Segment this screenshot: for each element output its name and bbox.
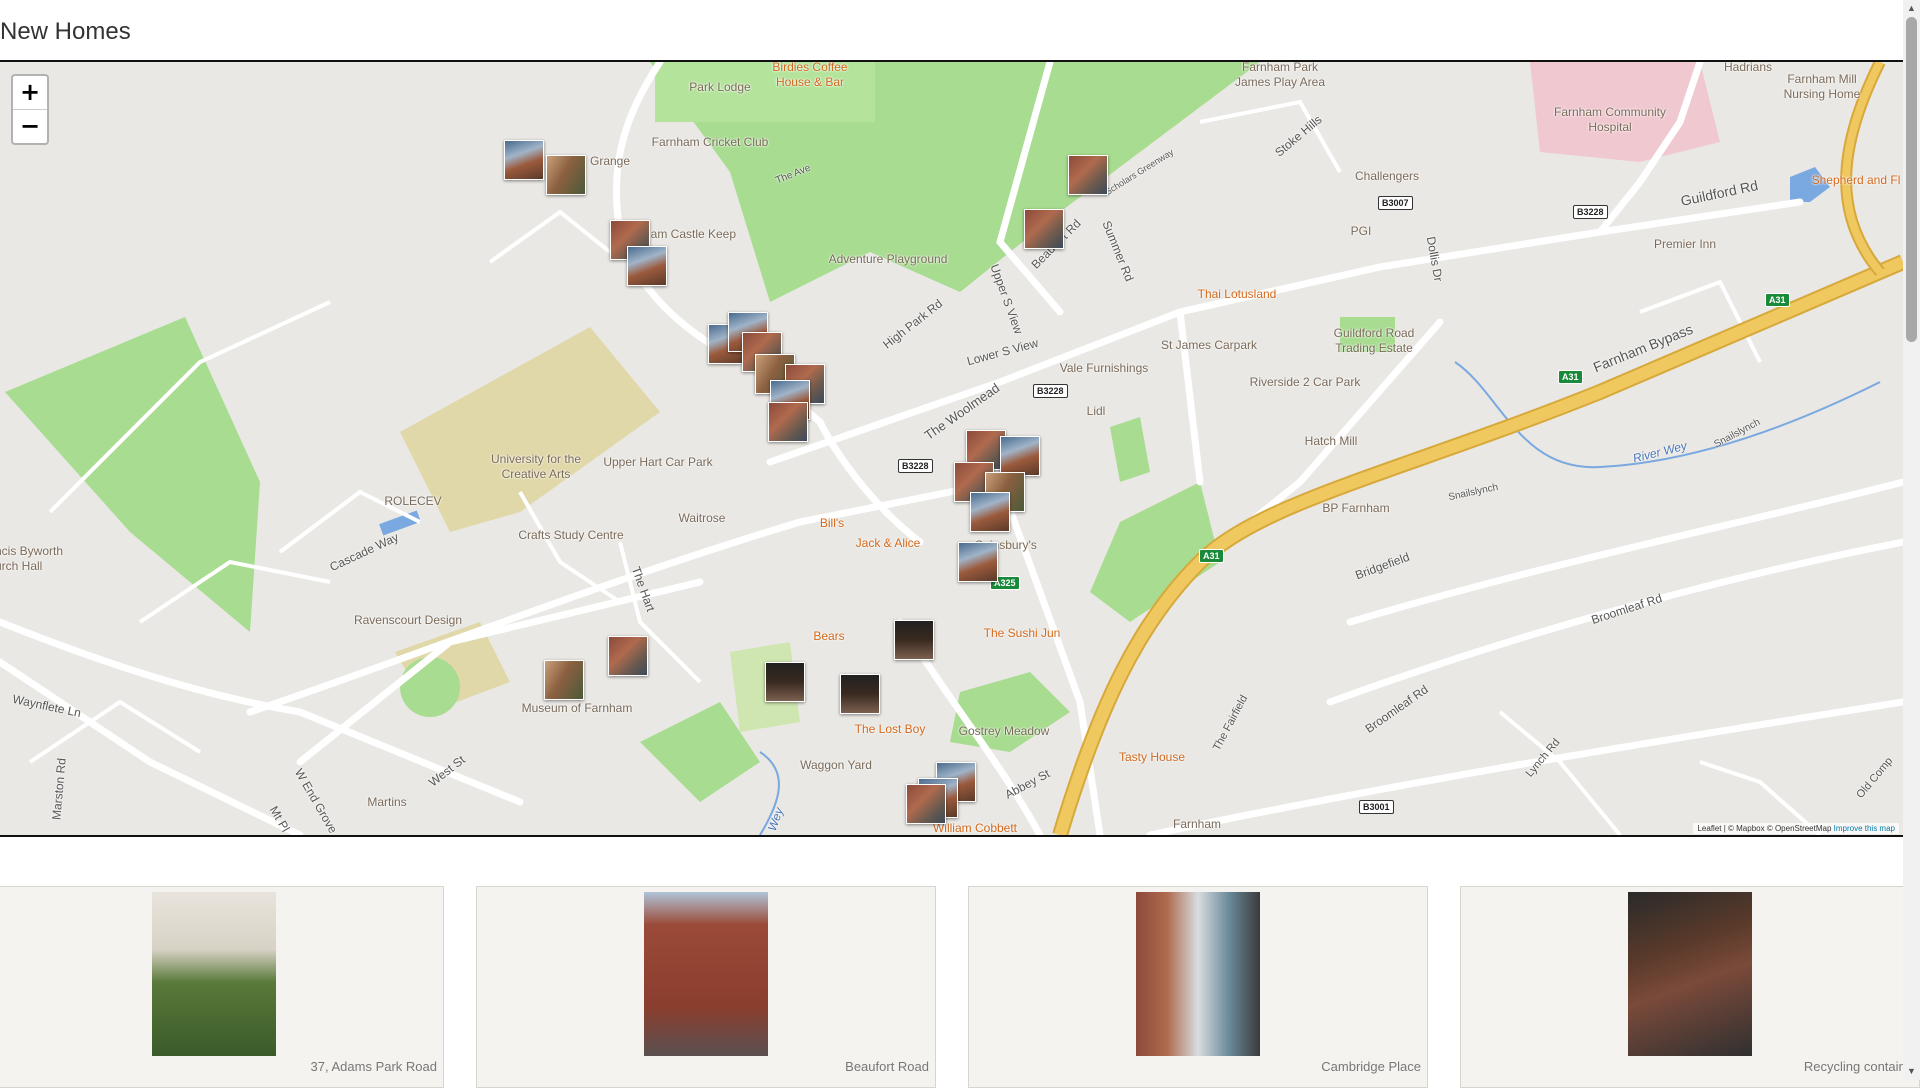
poi-label: Adventure Playground: [828, 252, 948, 266]
poi-label: Farnham: [1172, 817, 1222, 831]
poi-label: Farnham Cricket Club: [651, 135, 769, 149]
scrollbar-thumb[interactable]: [1906, 17, 1917, 342]
poi-label: Waggon Yard: [800, 758, 872, 772]
scrollbar[interactable]: ▲ ▼: [1903, 0, 1920, 1080]
listing-photo[interactable]: [1628, 892, 1752, 1056]
poi-label: ncis Byworth urch Hall: [0, 544, 64, 573]
poi-label: The Sushi Jun: [983, 626, 1061, 640]
map-tiles[interactable]: [0, 62, 1903, 835]
photo-marker[interactable]: [627, 246, 667, 286]
photo-marker[interactable]: [1000, 436, 1040, 476]
poi-label: nam Castle Keep: [643, 227, 737, 241]
photo-marker[interactable]: [970, 492, 1010, 532]
poi-label: Bill's: [819, 516, 845, 530]
poi-label: PGI: [1350, 224, 1372, 238]
poi-label: Park Lodge: [689, 80, 751, 94]
road-shield: B3228: [898, 459, 933, 473]
photo-marker[interactable]: [608, 636, 648, 676]
poi-label: Upper Hart Car Park: [603, 455, 713, 469]
poi-label: Guildford Road Trading Estate: [1333, 326, 1415, 355]
poi-label: Tasty House: [1118, 750, 1186, 764]
leaflet-link[interactable]: Leaflet: [1697, 824, 1721, 833]
zoom-control: + −: [11, 74, 49, 145]
poi-label: Waitrose: [678, 511, 726, 525]
listing-caption: Beaufort Road: [845, 1059, 929, 1074]
map[interactable]: + − Park Lodge Birdies Coffee House & Ba…: [0, 60, 1903, 837]
photo-marker[interactable]: [765, 662, 805, 702]
listing-photo[interactable]: [1136, 892, 1260, 1056]
poi-label: BP Farnham: [1322, 501, 1390, 515]
poi-label: Martins: [367, 795, 407, 809]
road-shield: B3228: [1033, 384, 1068, 398]
listing-caption: 37, Adams Park Road: [310, 1059, 437, 1074]
poi-label: Thai Lotusland: [1197, 287, 1277, 301]
road-shield: A31: [1558, 370, 1583, 384]
road-shield: A31: [1765, 293, 1790, 307]
road-shield: B3228: [1573, 205, 1608, 219]
poi-label: Riverside 2 Car Park: [1249, 375, 1361, 389]
poi-label: Farnham Community Hospital: [1553, 105, 1667, 134]
poi-label: Farnham Mill Nursing Home: [1783, 72, 1861, 101]
listing-card[interactable]: Beaufort Road: [476, 886, 936, 1088]
poi-label: St James Carpark: [1160, 338, 1258, 352]
photo-marker[interactable]: [504, 140, 544, 180]
photo-marker[interactable]: [1068, 155, 1108, 195]
listing-photo[interactable]: [644, 892, 768, 1056]
listing-card[interactable]: Cambridge Place: [968, 886, 1428, 1088]
listing-card[interactable]: Recycling containe: [1460, 886, 1920, 1088]
photo-marker[interactable]: [544, 660, 584, 700]
poi-label: Farnham Park James Play Area: [1234, 60, 1326, 89]
photo-marker[interactable]: [1024, 209, 1064, 249]
photo-marker[interactable]: [958, 542, 998, 582]
poi-label: Hatch Mill: [1304, 434, 1358, 448]
poi-label: Shepherd and Fl: [1811, 173, 1901, 187]
page-title: New Homes: [0, 18, 131, 45]
scroll-up-icon[interactable]: ▲: [1903, 0, 1920, 17]
poi-label: Lidl: [1086, 404, 1106, 418]
poi-label: Ravenscourt Design: [353, 613, 463, 627]
photo-marker[interactable]: [906, 784, 946, 824]
poi-label: Museum of Farnham: [521, 701, 633, 715]
zoom-in-button[interactable]: +: [13, 76, 47, 109]
poi-label: ROLECEV: [384, 494, 442, 508]
scroll-down-icon[interactable]: ▼: [1903, 1063, 1920, 1080]
poi-label: Challengers: [1354, 169, 1420, 183]
listing-caption: Cambridge Place: [1321, 1059, 1421, 1074]
photo-marker[interactable]: [894, 620, 934, 660]
poi-label: Crafts Study Centre: [518, 528, 624, 542]
road-shield: B3001: [1359, 800, 1394, 814]
poi-label: University for the Creative Arts: [490, 452, 582, 481]
listing-photo[interactable]: [152, 892, 276, 1056]
photo-marker[interactable]: [840, 674, 880, 714]
poi-label: Hadrians: [1723, 60, 1773, 74]
photo-marker[interactable]: [546, 155, 586, 195]
poi-label: Premier Inn: [1653, 237, 1717, 251]
poi-label: Vale Furnishings: [1059, 361, 1149, 375]
listing-caption: Recycling containe: [1803, 1059, 1913, 1074]
poi-label: Gostrey Meadow: [958, 724, 1050, 738]
listing-cards: 37, Adams Park Road Beaufort Road Cambri…: [0, 886, 1920, 1088]
poi-label: The Lost Boy: [854, 722, 926, 736]
poi-label: Grange: [589, 154, 631, 168]
poi-label: Bears: [813, 629, 845, 643]
listing-card[interactable]: 37, Adams Park Road: [0, 886, 444, 1088]
photo-marker[interactable]: [768, 402, 808, 442]
poi-label: Jack & Alice: [855, 536, 921, 550]
zoom-out-button[interactable]: −: [13, 109, 47, 143]
improve-map-link[interactable]: Improve this map: [1834, 824, 1895, 833]
road-shield: B3007: [1378, 196, 1413, 210]
poi-label: Birdies Coffee House & Bar: [772, 60, 848, 89]
road-shield: A31: [1199, 549, 1224, 563]
map-attribution: Leaflet | © Mapbox © OpenStreetMap Impro…: [1693, 823, 1899, 834]
